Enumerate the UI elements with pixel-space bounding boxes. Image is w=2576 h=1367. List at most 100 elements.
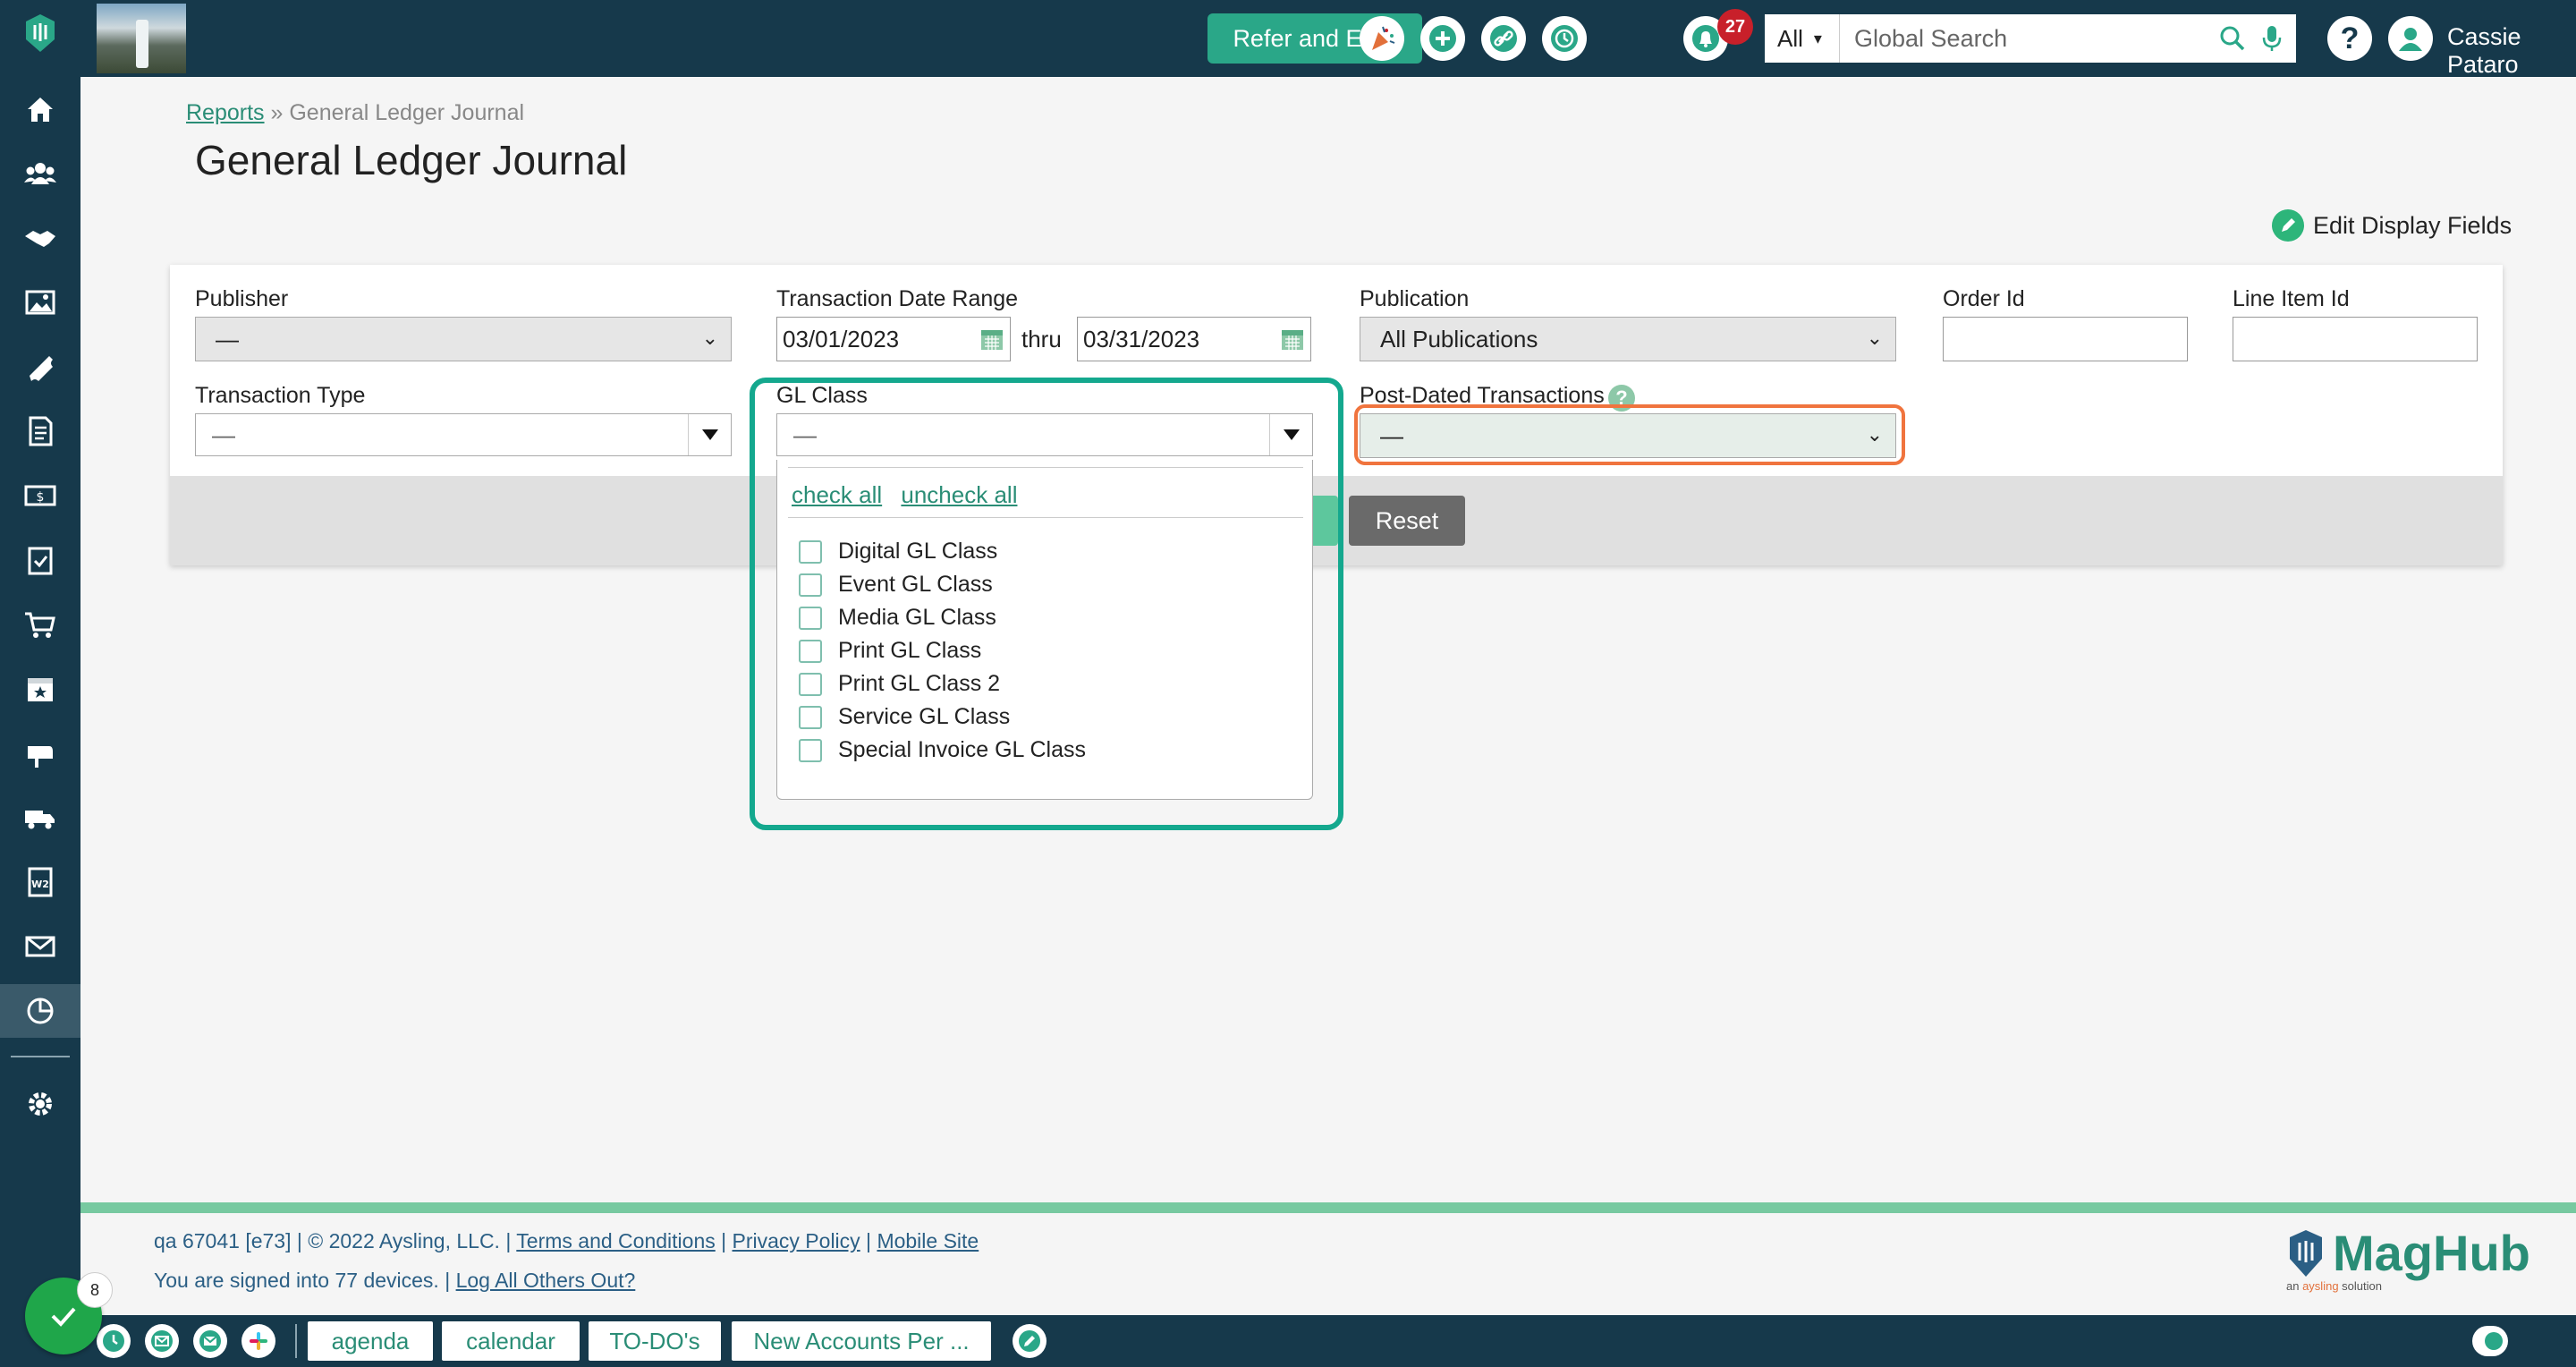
order-id-label: Order Id <box>1943 286 2025 311</box>
w2-form-icon: W2 <box>28 867 53 897</box>
breadcrumb-current: General Ledger Journal <box>289 100 525 125</box>
toggle-switch[interactable] <box>2472 1326 2508 1356</box>
footer-accent-line <box>80 1202 2576 1213</box>
publication-value: All Publications <box>1380 325 1538 352</box>
app-logo-icon[interactable] <box>20 13 61 54</box>
terms-link[interactable]: Terms and Conditions <box>516 1229 715 1252</box>
calendar-icon[interactable] <box>1280 327 1305 352</box>
breadcrumb-reports-link[interactable]: Reports <box>186 100 265 125</box>
date-range-label: Transaction Date Range <box>776 286 1019 311</box>
history-clock-icon[interactable] <box>1542 16 1587 61</box>
truck-icon <box>25 811 55 829</box>
clock-icon[interactable] <box>97 1324 131 1358</box>
breadcrumb: Reports » General Ledger Journal <box>186 100 524 126</box>
sidebar-item-cart[interactable] <box>0 598 80 651</box>
devices-text: You are signed into 77 devices. | <box>154 1269 451 1292</box>
tab-calendar[interactable]: calendar <box>442 1321 580 1361</box>
breadcrumb-separator: » <box>270 100 284 125</box>
link-icon[interactable] <box>1481 16 1526 61</box>
checkmark-icon <box>51 1307 76 1327</box>
sidebar-item-tickets[interactable] <box>0 340 80 394</box>
publication-select[interactable]: All Publications ⌄ <box>1360 317 1896 361</box>
sidebar-item-billing[interactable]: $ <box>0 469 80 522</box>
top-navigation-bar: Refer and Earn 27 All ▾ ? Cassie Pataro … <box>80 0 2576 79</box>
add-icon[interactable] <box>1420 16 1465 61</box>
search-scope-select[interactable]: All ▾ <box>1765 14 1840 63</box>
notification-count-badge: 27 <box>1717 9 1753 45</box>
celebration-icon[interactable] <box>1360 16 1404 61</box>
date-from-value: 03/01/2023 <box>783 325 900 352</box>
maghub-shield-icon <box>2290 1229 2322 1277</box>
edit-display-fields-label: Edit Display Fields <box>2313 211 2512 239</box>
publication-thumbnail[interactable] <box>97 4 186 73</box>
mobile-site-link[interactable]: Mobile Site <box>877 1229 979 1252</box>
tab-agenda[interactable]: agenda <box>308 1321 433 1361</box>
maghub-logo: MagHub <box>2286 1224 2530 1282</box>
footer-devices: You are signed into 77 devices. | Log Al… <box>154 1269 635 1293</box>
line-item-id-input[interactable] <box>2233 317 2478 361</box>
thru-label: thru <box>1021 326 1062 352</box>
sidebar-item-invoices[interactable] <box>0 404 80 458</box>
calendar-icon[interactable] <box>979 327 1004 352</box>
footer-legal: qa 67041 [e73] | © 2022 Aysling, LLC. | … <box>154 1229 979 1252</box>
global-search-input[interactable] <box>1840 14 2198 63</box>
sidebar-item-delivery[interactable] <box>0 791 80 845</box>
sidebar-item-settings[interactable] <box>0 1077 80 1131</box>
order-id-input[interactable] <box>1943 317 2188 361</box>
sidebar-item-reports[interactable] <box>0 984 80 1038</box>
sidebar-item-contacts[interactable] <box>0 147 80 200</box>
calendar-star-icon <box>28 678 53 701</box>
tagline-prefix: an <box>2286 1279 2303 1293</box>
search-scope-value: All <box>1777 24 1803 52</box>
cart-icon <box>25 612 55 638</box>
user-name[interactable]: Cassie Pataro <box>2447 23 2576 79</box>
log-out-others-link[interactable]: Log All Others Out? <box>456 1269 636 1292</box>
svg-text:W2: W2 <box>31 879 49 890</box>
line-item-id-label: Line Item Id <box>2233 286 2350 311</box>
home-icon <box>28 98 53 122</box>
sidebar-item-calendar[interactable] <box>0 662 80 716</box>
sidebar-item-media[interactable] <box>0 276 80 329</box>
tab-todos[interactable]: TO-DO's <box>589 1321 721 1361</box>
sidebar-item-deals[interactable] <box>0 211 80 265</box>
transaction-type-combo[interactable]: — <box>195 413 732 456</box>
svg-text:$: $ <box>37 490 45 505</box>
sidebar-item-email[interactable] <box>0 920 80 973</box>
bottom-toolbar-divider <box>295 1324 297 1358</box>
gear-icon <box>29 1092 52 1116</box>
reset-button[interactable]: Reset <box>1349 496 1465 546</box>
pencil-icon <box>2272 209 2304 242</box>
privacy-link[interactable]: Privacy Policy <box>733 1229 860 1252</box>
footer: qa 67041 [e73] | © 2022 Aysling, LLC. | … <box>80 1213 2576 1315</box>
page-title: General Ledger Journal <box>195 137 628 183</box>
date-to-input[interactable]: 03/31/2023 <box>1077 317 1311 361</box>
date-to-value: 03/31/2023 <box>1083 325 1200 352</box>
sidebar-item-w2[interactable]: W2 <box>0 855 80 909</box>
image-icon <box>25 290 55 315</box>
chevron-down-icon: ▾ <box>1813 29 1822 47</box>
publisher-label: Publisher <box>195 286 289 311</box>
sidebar-item-mailbox[interactable] <box>0 726 80 780</box>
avatar[interactable] <box>2388 16 2433 61</box>
edit-display-fields-button[interactable]: Edit Display Fields <box>2272 209 2512 242</box>
mail-icon[interactable] <box>145 1324 179 1358</box>
clipboard-check-icon <box>28 547 53 575</box>
sidebar-item-tasks[interactable] <box>0 533 80 587</box>
mail-inbox-icon[interactable] <box>193 1324 227 1358</box>
publisher-select[interactable]: — ⌄ <box>195 317 732 361</box>
search-icon[interactable] <box>2217 23 2248 58</box>
gl-class-highlight-box <box>750 378 1343 830</box>
post-dated-highlight-box <box>1354 404 1905 465</box>
slack-icon[interactable] <box>242 1324 275 1358</box>
ticket-icon <box>30 356 53 381</box>
task-count-badge: 8 <box>77 1272 113 1308</box>
transaction-type-label: Transaction Type <box>195 383 366 408</box>
tab-new-accounts[interactable]: New Accounts Per ... <box>732 1321 991 1361</box>
edit-pencil-icon[interactable] <box>1013 1324 1046 1358</box>
date-from-input[interactable]: 03/01/2023 <box>776 317 1011 361</box>
help-icon[interactable]: ? <box>2327 16 2372 61</box>
dropdown-triangle-icon[interactable] <box>688 414 731 455</box>
tagline-suffix: solution <box>2338 1279 2382 1293</box>
sidebar-item-home[interactable] <box>0 82 80 136</box>
microphone-icon[interactable] <box>2260 23 2284 58</box>
